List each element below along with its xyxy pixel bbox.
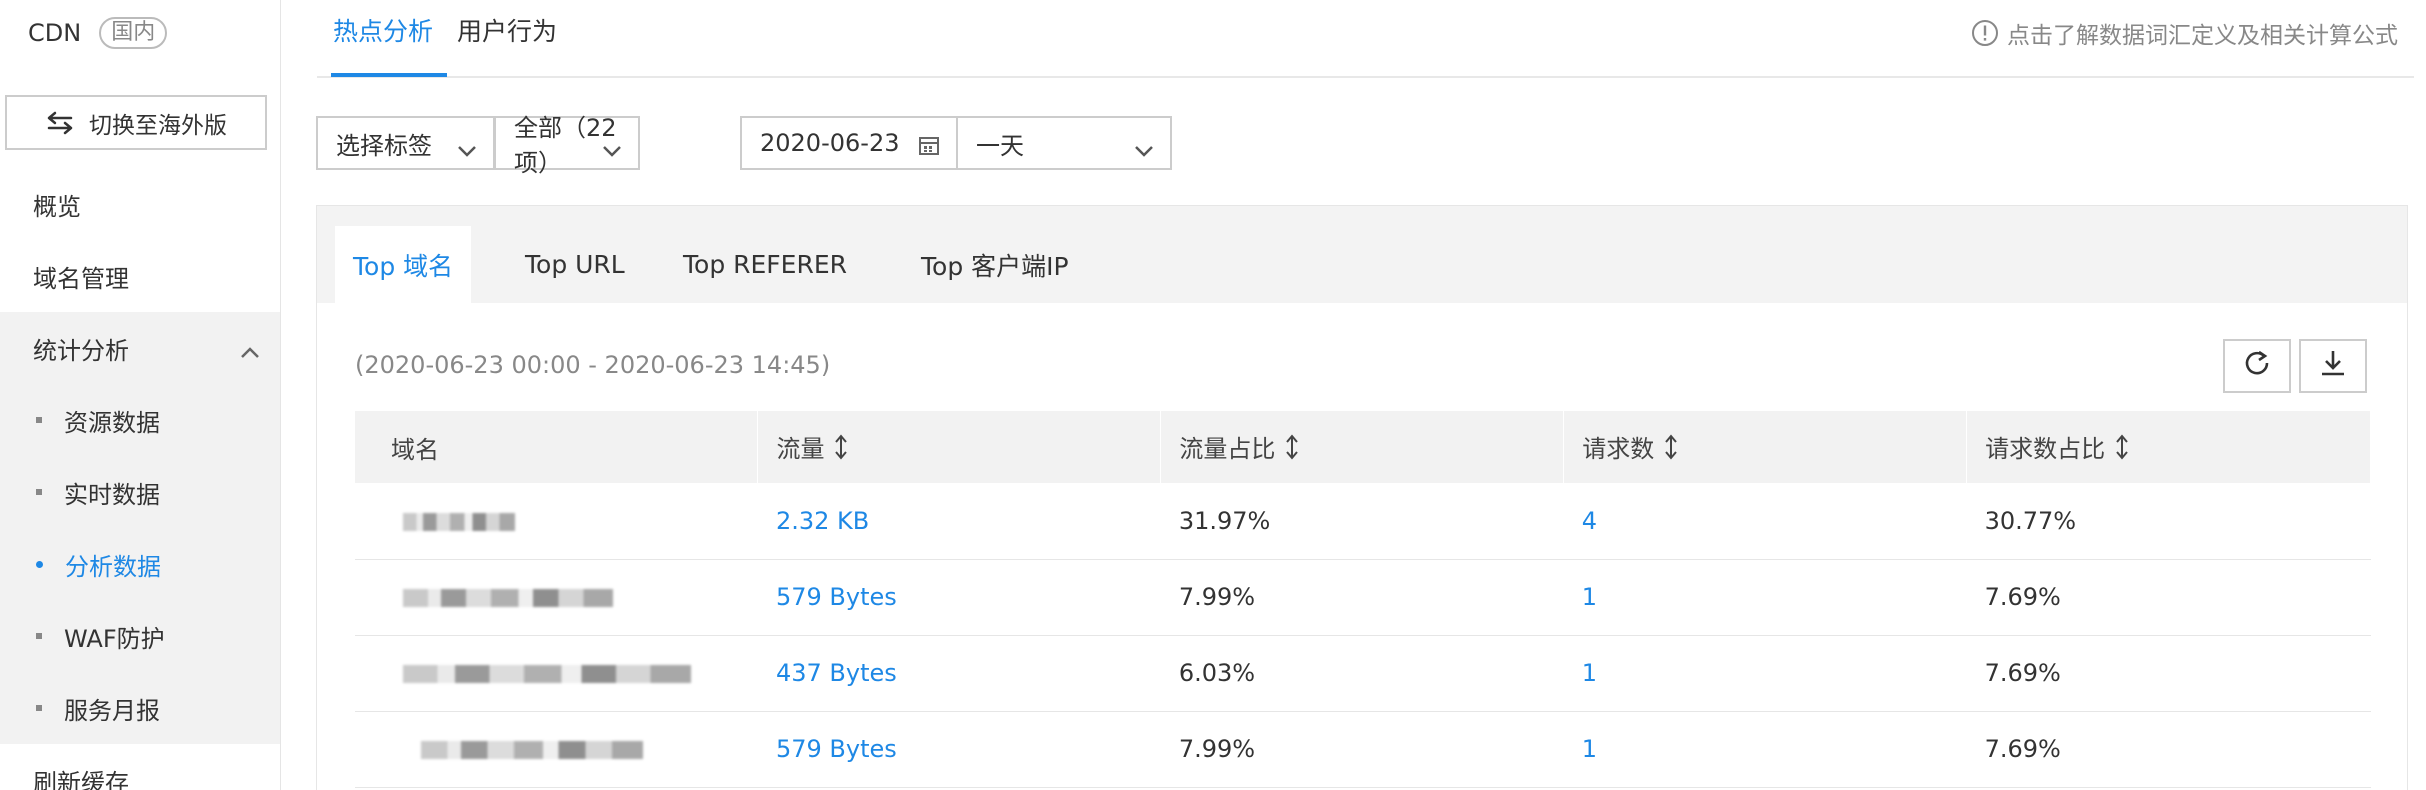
table-header-row: 域名 流量 流量占比 请求数 请求数占比 bbox=[355, 411, 2371, 483]
column-header-traffic-share[interactable]: 流量占比 bbox=[1160, 411, 1565, 483]
sidebar-subitem-resource-data[interactable]: 资源数据 bbox=[0, 384, 280, 456]
bullet-icon bbox=[36, 633, 42, 639]
column-header-traffic[interactable]: 流量 bbox=[757, 411, 1162, 483]
table-row: 579 Bytes 7.99% 1 7.69% bbox=[355, 559, 2371, 636]
tab-top-url[interactable]: Top URL bbox=[507, 226, 643, 303]
traffic-share-cell: 7.99% bbox=[1160, 559, 1564, 636]
requests-cell[interactable]: 4 bbox=[1563, 483, 1967, 560]
table-row: 2.32 KB 31.97% 4 30.77% bbox=[355, 483, 2371, 560]
domain-cell-redacted bbox=[355, 483, 758, 560]
active-tab-indicator bbox=[331, 73, 447, 77]
traffic-cell[interactable]: 2.32 KB bbox=[757, 483, 1161, 560]
chevron-down-icon bbox=[602, 136, 622, 164]
chevron-down-icon bbox=[1134, 136, 1154, 164]
date-picker[interactable]: 2020-06-23 bbox=[740, 116, 958, 170]
traffic-cell[interactable]: 579 Bytes bbox=[757, 559, 1161, 636]
domain-cell-redacted bbox=[355, 711, 758, 788]
period-select[interactable]: 一天 bbox=[956, 116, 1172, 170]
calendar-icon bbox=[918, 134, 940, 162]
help-link[interactable]: 点击了解数据词汇定义及相关计算公式 bbox=[1971, 16, 2398, 50]
bullet-icon bbox=[36, 417, 42, 423]
time-range: (2020-06-23 00:00 - 2020-06-23 14:45) bbox=[355, 351, 831, 379]
help-text: 点击了解数据词汇定义及相关计算公式 bbox=[2007, 23, 2398, 49]
sort-icon[interactable] bbox=[1664, 433, 1678, 466]
sidebar-item-domains[interactable]: 域名管理 bbox=[0, 240, 280, 312]
requests-cell[interactable]: 1 bbox=[1563, 711, 1967, 788]
sidebar-subitem-label: 服务月报 bbox=[64, 696, 160, 725]
chevron-up-icon bbox=[240, 338, 260, 366]
tab-top-domain[interactable]: Top 域名 bbox=[335, 226, 472, 303]
sort-icon[interactable] bbox=[834, 433, 848, 466]
sidebar-subitem-label: 资源数据 bbox=[64, 408, 160, 437]
column-header-domain: 域名 bbox=[355, 411, 759, 483]
traffic-cell[interactable]: 579 Bytes bbox=[757, 711, 1161, 788]
redacted-domain-image bbox=[403, 512, 515, 531]
table-row: 579 Bytes 7.99% 1 7.69% bbox=[355, 711, 2371, 788]
domain-cell-redacted bbox=[355, 635, 758, 712]
requests-share-cell: 7.69% bbox=[1966, 635, 2371, 712]
bullet-icon bbox=[36, 705, 42, 711]
brand: CDN 国内 bbox=[28, 17, 168, 49]
tab-user-behavior[interactable]: 用户行为 bbox=[457, 12, 557, 48]
tag-select-value: 选择标签 bbox=[336, 131, 432, 160]
sidebar-subitem-realtime-data[interactable]: 实时数据 bbox=[0, 456, 280, 528]
bullet-icon bbox=[36, 560, 43, 568]
redacted-domain-image bbox=[403, 665, 691, 683]
requests-cell[interactable]: 1 bbox=[1563, 635, 1967, 712]
sort-icon[interactable] bbox=[1285, 433, 1299, 466]
refresh-button[interactable] bbox=[2223, 339, 2291, 393]
sidebar-item-refresh-cache[interactable]: 刷新缓存 bbox=[0, 744, 280, 790]
sidebar: CDN 国内 切换至海外版 概览 域名管理 统计分析 资源数据 实时数据 分析数… bbox=[0, 0, 281, 790]
traffic-share-cell: 31.97% bbox=[1160, 483, 1564, 560]
brand-name: CDN bbox=[28, 19, 82, 47]
region-badge: 国内 bbox=[99, 17, 168, 49]
sidebar-item-label: 统计分析 bbox=[33, 336, 129, 365]
column-header-requests[interactable]: 请求数 bbox=[1563, 411, 1968, 483]
bullet-icon bbox=[36, 489, 42, 495]
tab-top-client-ip[interactable]: Top 客户端IP bbox=[903, 226, 1087, 303]
requests-share-cell: 7.69% bbox=[1966, 711, 2371, 788]
sidebar-subitem-label: 分析数据 bbox=[65, 552, 161, 581]
domain-cell-redacted bbox=[355, 559, 758, 636]
sort-icon[interactable] bbox=[2115, 433, 2129, 466]
download-icon bbox=[2318, 348, 2348, 384]
sidebar-item-statistics[interactable]: 统计分析 bbox=[0, 312, 280, 384]
info-icon bbox=[1971, 19, 1999, 47]
sidebar-group-statistics: 统计分析 资源数据 实时数据 分析数据 WAF防护 服务月报 bbox=[0, 312, 280, 744]
domain-ranking-table: 域名 流量 流量占比 请求数 请求数占比 2.32 KB 31.97% 4 30… bbox=[355, 411, 2371, 788]
sidebar-subitem-label: WAF防护 bbox=[64, 624, 165, 653]
period-select-value: 一天 bbox=[976, 131, 1024, 160]
top-ranking-panel: Top 域名 Top URL Top REFERER Top 客户端IP (20… bbox=[316, 205, 2408, 790]
main-content: 热点分析 用户行为 点击了解数据词汇定义及相关计算公式 选择标签 全部（22项）… bbox=[281, 0, 2426, 790]
chevron-down-icon bbox=[457, 136, 477, 164]
requests-share-cell: 7.69% bbox=[1966, 559, 2371, 636]
column-header-requests-share[interactable]: 请求数占比 bbox=[1966, 411, 2371, 483]
refresh-icon bbox=[2242, 348, 2272, 384]
sidebar-item-overview[interactable]: 概览 bbox=[0, 168, 280, 240]
swap-icon bbox=[45, 111, 75, 135]
sidebar-subitem-waf[interactable]: WAF防护 bbox=[0, 600, 280, 672]
date-value: 2020-06-23 bbox=[760, 129, 900, 157]
redacted-domain-image bbox=[403, 589, 613, 607]
tag-select[interactable]: 选择标签 bbox=[316, 116, 495, 170]
sidebar-subitem-label: 实时数据 bbox=[64, 480, 160, 509]
tab-hotspot-analysis[interactable]: 热点分析 bbox=[333, 12, 433, 48]
traffic-share-cell: 6.03% bbox=[1160, 635, 1564, 712]
traffic-cell[interactable]: 437 Bytes bbox=[757, 635, 1161, 712]
scope-select[interactable]: 全部（22项） bbox=[494, 114, 640, 177]
sidebar-subitem-analysis-data[interactable]: 分析数据 bbox=[0, 528, 280, 600]
requests-cell[interactable]: 1 bbox=[1563, 559, 1967, 636]
requests-share-cell: 30.77% bbox=[1966, 483, 2371, 560]
table-row: 437 Bytes 6.03% 1 7.69% bbox=[355, 635, 2371, 712]
switch-region-button[interactable]: 切换至海外版 bbox=[5, 95, 267, 150]
sidebar-subitem-monthly-report[interactable]: 服务月报 bbox=[0, 672, 280, 744]
redacted-domain-image bbox=[421, 741, 643, 759]
traffic-share-cell: 7.99% bbox=[1160, 711, 1564, 788]
tab-top-referer[interactable]: Top REFERER bbox=[665, 226, 865, 303]
panel-body: (2020-06-23 00:00 - 2020-06-23 14:45) 域名 bbox=[317, 303, 2407, 790]
switch-region-label: 切换至海外版 bbox=[89, 112, 227, 139]
download-button[interactable] bbox=[2299, 339, 2367, 393]
